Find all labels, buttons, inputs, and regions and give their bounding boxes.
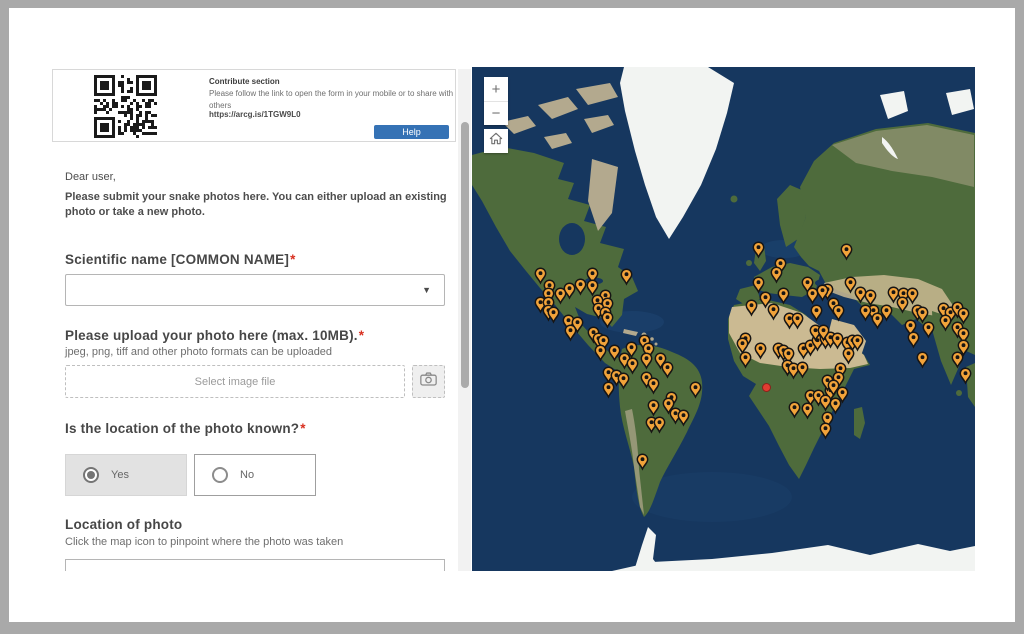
photo-upload-label: Please upload your photo here (max. 10MB… — [65, 328, 364, 343]
form-scrollbar-thumb[interactable] — [461, 122, 469, 388]
chevron-down-icon: ▼ — [422, 285, 431, 295]
photo-upload-hint: jpeg, png, tiff and other photo formats … — [65, 346, 332, 358]
map-pin[interactable] — [620, 268, 633, 286]
map-pin[interactable] — [653, 416, 666, 434]
map-pin[interactable] — [817, 324, 830, 342]
map-pin[interactable] — [601, 311, 614, 329]
map-pin[interactable] — [819, 422, 832, 440]
radio-option-no-label: No — [240, 469, 254, 481]
home-button[interactable] — [484, 129, 508, 153]
map-pin[interactable] — [791, 312, 804, 330]
banner-title: Contribute section — [209, 77, 280, 86]
home-icon — [489, 132, 503, 150]
photo-location-input[interactable] — [65, 559, 445, 571]
map-pin[interactable] — [907, 331, 920, 349]
camera-button[interactable] — [412, 365, 445, 398]
map-pin[interactable] — [842, 347, 855, 365]
banner-description: Please follow the link to open the form … — [209, 88, 455, 111]
radio-option-yes-label: Yes — [111, 469, 129, 481]
scientific-name-label: Scientific name [COMMON NAME]* — [65, 252, 296, 267]
map-pin[interactable] — [640, 352, 653, 370]
map-pin[interactable] — [767, 303, 780, 321]
map-pin[interactable] — [957, 339, 970, 357]
screenshot-frame: Contribute section Please follow the lin… — [0, 0, 1024, 634]
map-pin[interactable] — [745, 299, 758, 317]
map-pin[interactable] — [594, 344, 607, 362]
scientific-name-select[interactable]: ▼ — [65, 274, 445, 306]
zoom-out-button[interactable]: − — [484, 101, 508, 125]
intro-text: Please submit your snake photos here. Yo… — [65, 190, 447, 221]
map-pin[interactable] — [840, 243, 853, 261]
map-pin[interactable] — [959, 367, 972, 385]
map-pin[interactable] — [832, 304, 845, 322]
radio-icon — [83, 467, 99, 483]
required-asterisk: * — [300, 421, 305, 436]
map-pin[interactable] — [788, 401, 801, 419]
location-known-label: Is the location of the photo known?* — [65, 421, 306, 436]
zoom-in-button[interactable]: + — [484, 77, 508, 101]
map-pin[interactable] — [810, 304, 823, 322]
map-pin[interactable] — [752, 241, 765, 259]
greeting-text: Dear user, — [65, 171, 116, 183]
map-pin[interactable] — [564, 324, 577, 342]
map-pin[interactable] — [770, 266, 783, 284]
map-red-point[interactable] — [762, 383, 771, 392]
map-pin[interactable] — [880, 304, 893, 322]
select-image-file-label: Select image file — [195, 376, 276, 388]
map-pin[interactable] — [677, 409, 690, 427]
required-asterisk: * — [290, 252, 295, 267]
map-pin[interactable] — [547, 306, 560, 324]
map-pin[interactable] — [636, 453, 649, 471]
map-pin[interactable] — [906, 287, 919, 305]
zoom-widget: + − — [484, 77, 508, 125]
photo-location-hint: Click the map icon to pinpoint where the… — [65, 536, 343, 548]
map-pin[interactable] — [647, 377, 660, 395]
map-pin[interactable] — [661, 361, 674, 379]
qr-code-icon — [94, 75, 157, 138]
map-pin[interactable] — [602, 381, 615, 399]
map-pin[interactable] — [754, 342, 767, 360]
radio-option-yes[interactable]: Yes — [65, 454, 187, 496]
photo-upload-label-text: Please upload your photo here (max. 10MB… — [65, 328, 358, 343]
contribute-banner: Contribute section Please follow the lin… — [52, 69, 456, 142]
world-map[interactable]: + − — [472, 67, 975, 571]
location-known-label-text: Is the location of the photo known? — [65, 421, 299, 436]
form-scrollbar-track[interactable] — [458, 69, 471, 571]
map-pin[interactable] — [739, 351, 752, 369]
radio-option-no[interactable]: No — [194, 454, 316, 496]
banner-link[interactable]: https://arcg.is/1TGW9L0 — [209, 110, 301, 119]
select-image-file-button[interactable]: Select image file — [65, 365, 405, 398]
map-pins-layer — [472, 67, 975, 571]
help-button[interactable]: Help — [374, 125, 449, 139]
map-pin[interactable] — [617, 372, 630, 390]
camera-icon — [420, 372, 437, 391]
photo-location-label: Location of photo — [65, 517, 182, 532]
map-pin[interactable] — [916, 351, 929, 369]
survey-page: Contribute section Please follow the lin… — [9, 8, 1015, 622]
map-pin[interactable] — [554, 287, 567, 305]
radio-icon — [212, 467, 228, 483]
map-pin[interactable] — [801, 402, 814, 420]
scientific-name-label-text: Scientific name [COMMON NAME] — [65, 252, 289, 267]
map-pin[interactable] — [689, 381, 702, 399]
required-asterisk: * — [359, 328, 364, 343]
map-pin[interactable] — [922, 321, 935, 339]
map-pin[interactable] — [796, 361, 809, 379]
map-pin[interactable] — [647, 399, 660, 417]
